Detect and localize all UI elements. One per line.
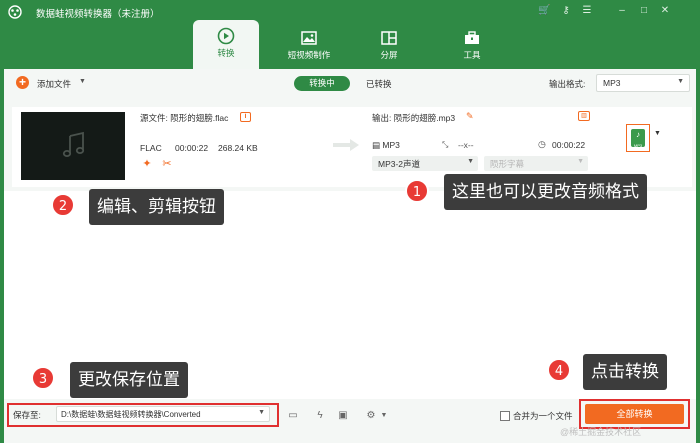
output-resolution: --x-- [458, 140, 474, 150]
subtitle-value: 陨形字幕 [490, 159, 525, 169]
output-format: ▤ MP3 [372, 140, 400, 150]
title-bar: 数据蛙视频转换器（未注册） 🛒 ⚷ ☰ – □ ✕ [0, 0, 700, 24]
subtitle-select[interactable]: 陨形字幕 ▼ [484, 156, 588, 171]
merge-label: 合并为一个文件 [513, 411, 573, 421]
segment-converting[interactable]: 转换中 [294, 76, 350, 91]
chevron-down-icon: ▼ [467, 158, 474, 165]
gpu-icon[interactable]: ▣ [336, 409, 350, 423]
tab-tools[interactable]: 工具 [439, 22, 505, 68]
callout-1-number: 1 [405, 179, 429, 203]
add-file-icon[interactable]: + [16, 76, 29, 89]
maximize-icon[interactable]: □ [638, 5, 650, 17]
tab-split-screen-label: 分屏 [380, 50, 398, 60]
callout-4-number: 4 [547, 358, 571, 382]
gear-icon[interactable]: ⚙ [364, 409, 378, 423]
callout-3-number: 3 [31, 366, 55, 390]
chevron-down-icon[interactable]: ▼ [654, 130, 661, 137]
merge-checkbox[interactable] [500, 411, 510, 421]
tab-tools-label: 工具 [463, 50, 481, 60]
tab-convert[interactable]: 转换 [193, 20, 259, 70]
tab-convert-label: 转换 [217, 48, 235, 58]
key-icon[interactable]: ⚷ [560, 5, 572, 17]
chevron-down-icon: ▼ [577, 158, 584, 165]
callout-1-text: 这里也可以更改音频格式 [444, 174, 647, 210]
chevron-down-icon[interactable]: ▼ [377, 409, 391, 423]
callout-2-number: 2 [51, 193, 75, 217]
tab-short-video-label: 短视频制作 [287, 50, 331, 60]
format-badge: MP3 [633, 143, 643, 148]
app-logo-icon [8, 5, 22, 19]
menu-icon[interactable]: ☰ [581, 5, 593, 17]
source-size: 268.24 KB [218, 143, 258, 153]
toolbox-icon [465, 31, 479, 44]
toolbar: + 添加文件 ▼ 转换中 已转换 输出格式: MP3 ▼ [4, 69, 696, 99]
output-format-label: 输出格式: [549, 79, 586, 89]
source-duration: 00:00:22 [175, 143, 209, 153]
scissors-icon[interactable]: ✂ [160, 157, 174, 171]
music-note-icon [62, 131, 85, 157]
minimize-icon[interactable]: – [616, 5, 628, 17]
app-title: 数据蛙视频转换器（未注册） [36, 9, 160, 20]
resize-icon: ⤡ [442, 140, 449, 149]
callout-2-text: 编辑、剪辑按钮 [89, 189, 224, 225]
source-file-name: 源文件: 陨形的翅膀.flac [140, 113, 229, 123]
save-to-label: 保存至: [13, 410, 41, 420]
audio-channel-select[interactable]: MP3-2声道 ▼ [372, 156, 478, 171]
audio-channel-value: MP3-2声道 [378, 159, 421, 169]
info-icon[interactable]: i [240, 112, 251, 122]
add-file-button[interactable]: 添加文件 [37, 78, 71, 90]
app-window: 数据蛙视频转换器（未注册） 🛒 ⚷ ☰ – □ ✕ 转换 短视频制作 分屏 工具… [0, 0, 700, 443]
source-format: FLAC [140, 143, 162, 153]
output-format-button[interactable]: ♪ MP3 [626, 124, 650, 152]
tab-short-video[interactable]: 短视频制作 [276, 22, 342, 68]
callout-3-text: 更改保存位置 [70, 362, 188, 398]
output-duration: 00:00:22 [552, 140, 586, 150]
clock-icon: ◷ [538, 139, 546, 149]
image-icon [301, 31, 317, 45]
output-format-select[interactable]: MP3 ▼ [596, 74, 690, 92]
arrow-right-icon [333, 139, 359, 151]
edit-icon[interactable]: ✦ [140, 157, 154, 171]
compress-icon[interactable]: ▥ [578, 111, 590, 121]
hardware-accel-icon[interactable]: ϟ [313, 409, 327, 423]
close-icon[interactable]: ✕ [659, 5, 671, 17]
callout-4-text: 点击转换 [583, 354, 667, 390]
chevron-down-icon: ▼ [677, 78, 684, 85]
file-thumbnail[interactable] [21, 112, 125, 180]
tab-split-screen[interactable]: 分屏 [356, 22, 422, 68]
chevron-down-icon: ▼ [258, 409, 265, 416]
save-path-value: D:\数据蛙\数据蛙视频转换器\Converted [61, 410, 201, 419]
convert-all-button[interactable]: 全部转换 [585, 404, 684, 424]
save-path-select[interactable]: D:\数据蛙\数据蛙视频转换器\Converted ▼ [56, 406, 270, 422]
folder-icon[interactable]: ▭ [286, 409, 300, 423]
output-file-name: 输出: 陨形的翅膀.mp3 [372, 113, 456, 123]
chevron-down-icon[interactable]: ▼ [79, 78, 86, 85]
split-screen-icon [381, 31, 397, 45]
watermark: @稀土掘金技术社区 [560, 427, 642, 437]
convert-icon [217, 27, 235, 45]
output-format-text: MP3 [382, 140, 400, 150]
pencil-icon[interactable]: ✎ [466, 111, 474, 122]
cart-icon[interactable]: 🛒 [538, 5, 550, 17]
segment-converted[interactable]: 已转换 [366, 78, 392, 90]
output-format-value: MP3 [603, 78, 621, 88]
